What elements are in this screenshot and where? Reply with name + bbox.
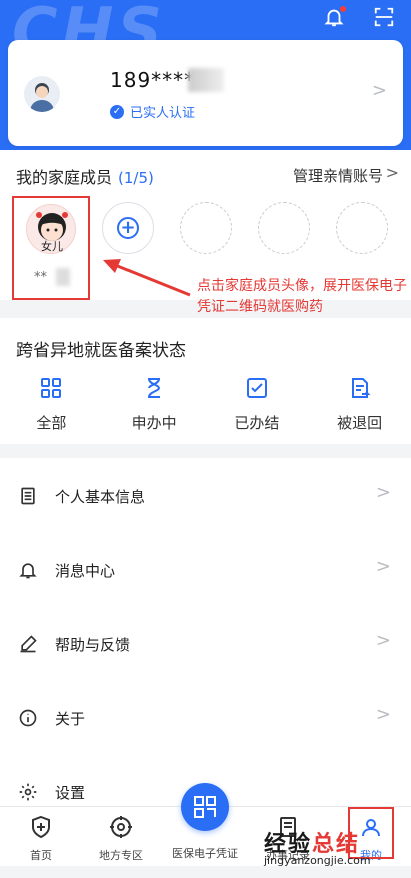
member-name: ** <box>34 270 47 285</box>
chevron-right-icon: > <box>371 80 387 101</box>
menu-item-label: 帮助与反馈 <box>55 636 131 654</box>
qr-code-icon <box>194 796 216 818</box>
bell-icon[interactable] <box>323 6 346 28</box>
filing-returned-label: 被退回 <box>337 414 383 432</box>
menu-item-personal-info[interactable]: 个人基本信息 > <box>0 468 411 524</box>
menu-item-label: 个人基本信息 <box>55 488 146 506</box>
tab-label: 首页 <box>30 849 52 862</box>
gear-icon <box>19 783 37 801</box>
check-icon: ✓ <box>110 104 124 119</box>
phone-number: 189**** <box>110 68 196 92</box>
hourglass-icon <box>148 378 161 398</box>
filing-returned[interactable]: 被退回 <box>308 376 411 433</box>
chevron-right-icon: > <box>375 482 391 503</box>
chevron-right-icon: > <box>375 704 391 725</box>
menu-item-label: 设置 <box>55 784 86 802</box>
family-title: 我的家庭成员 (1/5) <box>16 168 154 187</box>
avatar[interactable] <box>24 76 60 112</box>
returned-doc-icon <box>351 378 371 398</box>
menu-item-help[interactable]: 帮助与反馈 > <box>0 616 411 672</box>
watermark: 经验总结 jingyanzongjie.com <box>264 826 371 867</box>
name-redaction <box>56 268 70 286</box>
add-member-button[interactable]: + <box>102 202 154 254</box>
chevron-right-icon: > <box>375 630 391 651</box>
tab-insurance-qr[interactable] <box>181 783 229 831</box>
settings-menu: 个人基本信息 > 消息中心 > 帮助与反馈 > 关于 > 设置 <box>0 458 411 818</box>
tab-home[interactable]: 首页 <box>0 807 82 867</box>
verified-label: 已实人认证 <box>130 106 196 121</box>
menu-item-messages[interactable]: 消息中心 > <box>0 542 411 598</box>
filing-in-progress[interactable]: 申办中 <box>103 376 206 433</box>
grid-icon <box>41 378 62 398</box>
filing-completed[interactable]: 已办结 <box>206 376 309 433</box>
filing-all-label: 全部 <box>36 414 67 432</box>
chevron-right-icon: > <box>385 163 399 182</box>
filing-status-section: 跨省异地就医备案状态 全部 申办中 已办结 被退回 <box>0 318 411 444</box>
notification-dot <box>340 6 346 12</box>
family-count: (1/5) <box>118 169 154 187</box>
filing-in-progress-label: 申办中 <box>131 414 177 432</box>
document-icon <box>21 487 35 505</box>
tab-local[interactable]: 地方专区 <box>80 807 162 867</box>
filing-all[interactable]: 全部 <box>0 376 103 433</box>
empty-member-slot <box>258 202 310 254</box>
family-member-daughter[interactable]: 女儿 ** <box>12 196 90 300</box>
plus-icon: + <box>117 217 139 239</box>
menu-item-about[interactable]: 关于 > <box>0 690 411 746</box>
shield-plus-icon <box>32 815 50 839</box>
scan-icon[interactable] <box>373 6 395 28</box>
annotation-text: 点击家庭成员头像，展开医保电子凭证二维码就医购药 <box>197 278 407 315</box>
member-relation-badge: 女儿 <box>41 240 63 253</box>
verified-status: ✓ 已实人认证 <box>110 102 195 121</box>
chevron-right-icon: > <box>375 556 391 577</box>
info-icon <box>19 709 37 727</box>
pen-icon <box>20 635 37 653</box>
location-target-icon <box>110 816 132 838</box>
empty-member-slot <box>180 202 232 254</box>
family-members-section: 我的家庭成员 (1/5) 管理亲情账号 > 女儿 ** + 点击家庭成员头像，展开… <box>0 150 411 315</box>
bell-icon <box>19 563 37 579</box>
tab-label: 地方专区 <box>99 849 143 862</box>
profile-card[interactable]: 189**** ✓ 已实人认证 > <box>8 40 403 146</box>
tab-label: 医保电子凭证 <box>172 847 238 860</box>
menu-item-label: 消息中心 <box>55 562 116 580</box>
bottom-strip <box>0 866 411 878</box>
annotation-arrow-icon <box>103 259 191 297</box>
menu-item-label: 关于 <box>55 710 86 728</box>
manage-family-link[interactable]: 管理亲情账号 <box>293 165 383 186</box>
phone-redaction <box>188 68 224 92</box>
filing-completed-label: 已办结 <box>234 414 280 432</box>
filing-title: 跨省异地就医备案状态 <box>16 341 186 361</box>
checkbox-icon <box>246 378 267 398</box>
empty-member-slot <box>336 202 388 254</box>
